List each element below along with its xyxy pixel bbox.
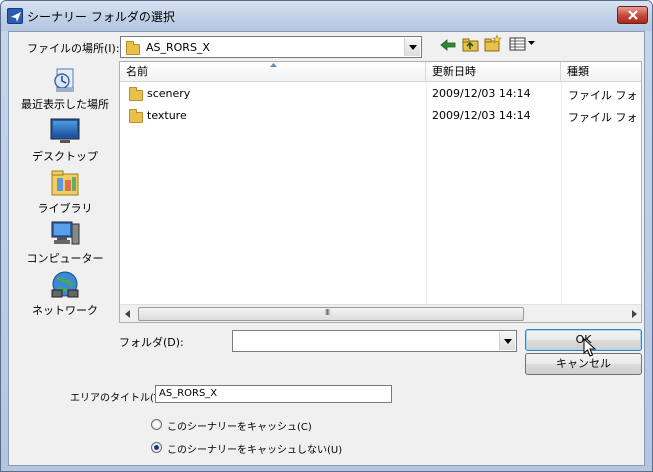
- view-menu-button[interactable]: [509, 37, 537, 54]
- cache-radio[interactable]: [151, 419, 162, 430]
- file-type: ファイル フォ: [568, 111, 638, 124]
- no-cache-radio[interactable]: [151, 442, 162, 453]
- file-name: texture: [147, 109, 187, 122]
- location-combobox[interactable]: AS_RORS_X: [120, 36, 422, 58]
- close-icon: [627, 10, 638, 20]
- location-value: AS_RORS_X: [146, 41, 210, 54]
- location-label: ファイルの場所(I):: [27, 42, 120, 55]
- place-network[interactable]: ネットワーク: [12, 270, 118, 318]
- recent-places-icon: [54, 68, 74, 92]
- place-label: デスクトップ: [32, 150, 98, 163]
- place-computer[interactable]: コンピューター: [12, 218, 118, 266]
- column-header-modified[interactable]: 更新日時: [426, 62, 561, 82]
- chevron-down-icon: [408, 44, 417, 50]
- no-cache-option-label[interactable]: このシーナリーをキャッシュしない(U): [167, 441, 342, 456]
- cache-option-label[interactable]: このシーナリーをキャッシュ(C): [167, 418, 312, 433]
- folder-icon: [129, 87, 143, 101]
- file-list[interactable]: 名前 更新日時 種類 scenery 2009/12/03 14:14 ファイル…: [119, 61, 642, 323]
- folder-icon: [129, 109, 143, 123]
- desktop-icon: [50, 118, 80, 143]
- view-menu-icon: [509, 37, 535, 51]
- area-title-label: エリアのタイトル(T):: [70, 393, 168, 404]
- area-title-input[interactable]: AS_RORS_X: [155, 385, 392, 403]
- title-bar[interactable]: シーナリー フォルダの選択: [1, 1, 652, 31]
- column-header-type[interactable]: 種類: [561, 62, 641, 82]
- place-label: ライブラリ: [37, 202, 93, 215]
- place-label: 最近表示した場所: [21, 98, 109, 111]
- dialog-window: シーナリー フォルダの選択 ファイルの場所(I): AS_RORS_X 最近表示…: [0, 0, 653, 472]
- folder-combobox[interactable]: [232, 330, 517, 352]
- file-modified: 2009/12/03 14:14: [432, 87, 531, 100]
- back-arrow-icon: [440, 39, 456, 51]
- chevron-down-icon: [503, 338, 512, 344]
- window-title: シーナリー フォルダの選択: [27, 10, 175, 24]
- back-button[interactable]: [440, 38, 456, 55]
- scrollbar-thumb[interactable]: III: [138, 307, 524, 321]
- libraries-icon: [51, 170, 79, 196]
- column-header-name[interactable]: 名前: [120, 62, 426, 82]
- folder-label: フォルダ(D):: [119, 336, 184, 349]
- folder-icon: [126, 41, 140, 55]
- folder-dropdown-button[interactable]: [499, 332, 515, 350]
- file-modified: 2009/12/03 14:14: [432, 109, 531, 122]
- computer-icon: [51, 221, 80, 245]
- file-type: ファイル フォ: [568, 89, 638, 102]
- location-dropdown-button[interactable]: [404, 38, 420, 56]
- scroll-right-icon[interactable]: [632, 310, 637, 318]
- scrollbar-grip: III: [325, 308, 330, 317]
- new-folder-button[interactable]: [484, 34, 502, 55]
- up-folder-button[interactable]: [462, 37, 479, 55]
- place-label: コンピューター: [26, 252, 104, 265]
- app-icon: [7, 8, 23, 24]
- place-desktop[interactable]: デスクトップ: [12, 116, 118, 164]
- scroll-left-icon[interactable]: [125, 310, 130, 318]
- places-bar: 最近表示した場所 デスクトップ ライブラリ コンピューター ネットワーク: [12, 60, 118, 325]
- dialog-client: ファイルの場所(I): AS_RORS_X 最近表示した場所 デスクトップ ライ…: [8, 31, 645, 466]
- network-icon: [51, 271, 79, 298]
- close-button[interactable]: [617, 6, 648, 24]
- sort-ascending-icon: [270, 63, 277, 67]
- horizontal-scrollbar[interactable]: III: [120, 304, 641, 322]
- place-recent[interactable]: 最近表示した場所: [12, 64, 118, 112]
- up-folder-icon: [462, 38, 479, 52]
- place-label: ネットワーク: [32, 304, 98, 317]
- new-folder-icon: [484, 34, 502, 52]
- file-row[interactable]: texture 2009/12/03 14:14 ファイル フォ: [120, 106, 641, 126]
- mouse-cursor-icon: [583, 338, 597, 357]
- place-libraries[interactable]: ライブラリ: [12, 168, 118, 216]
- file-name: scenery: [147, 87, 191, 100]
- file-row[interactable]: scenery 2009/12/03 14:14 ファイル フォ: [120, 84, 641, 104]
